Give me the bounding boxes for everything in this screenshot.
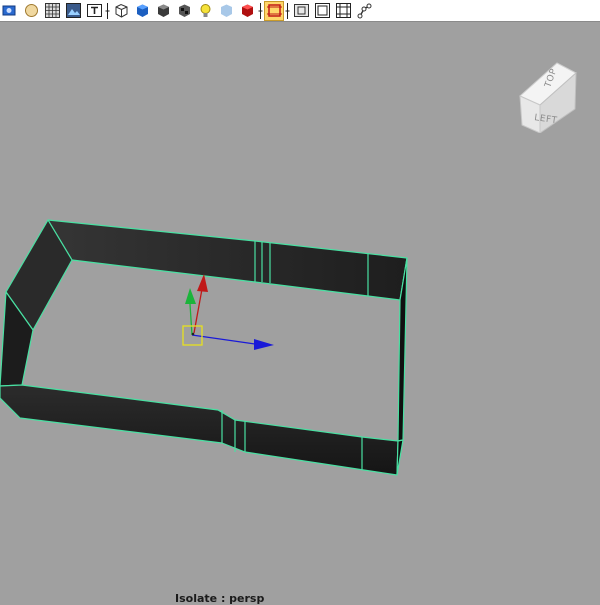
- isolate-hud-label: Isolate : persp: [175, 592, 265, 605]
- scene-geometry[interactable]: [0, 0, 600, 600]
- y-axis-line: [189, 303, 193, 336]
- perspective-viewport[interactable]: TOP LEFT: [0, 23, 600, 600]
- view-cube-icon: TOP LEFT: [519, 62, 577, 134]
- pivot-point: [191, 332, 195, 336]
- x-axis-arrow[interactable]: [254, 339, 274, 350]
- y-axis-arrow[interactable]: [185, 288, 196, 304]
- back-wall-face: [47, 219, 408, 301]
- right-corner-face: [396, 439, 404, 476]
- selected-mesh[interactable]: [0, 219, 408, 476]
- front-wall-face: [0, 384, 399, 476]
- move-manipulator[interactable]: [182, 274, 274, 350]
- view-cube[interactable]: TOP LEFT: [516, 61, 580, 134]
